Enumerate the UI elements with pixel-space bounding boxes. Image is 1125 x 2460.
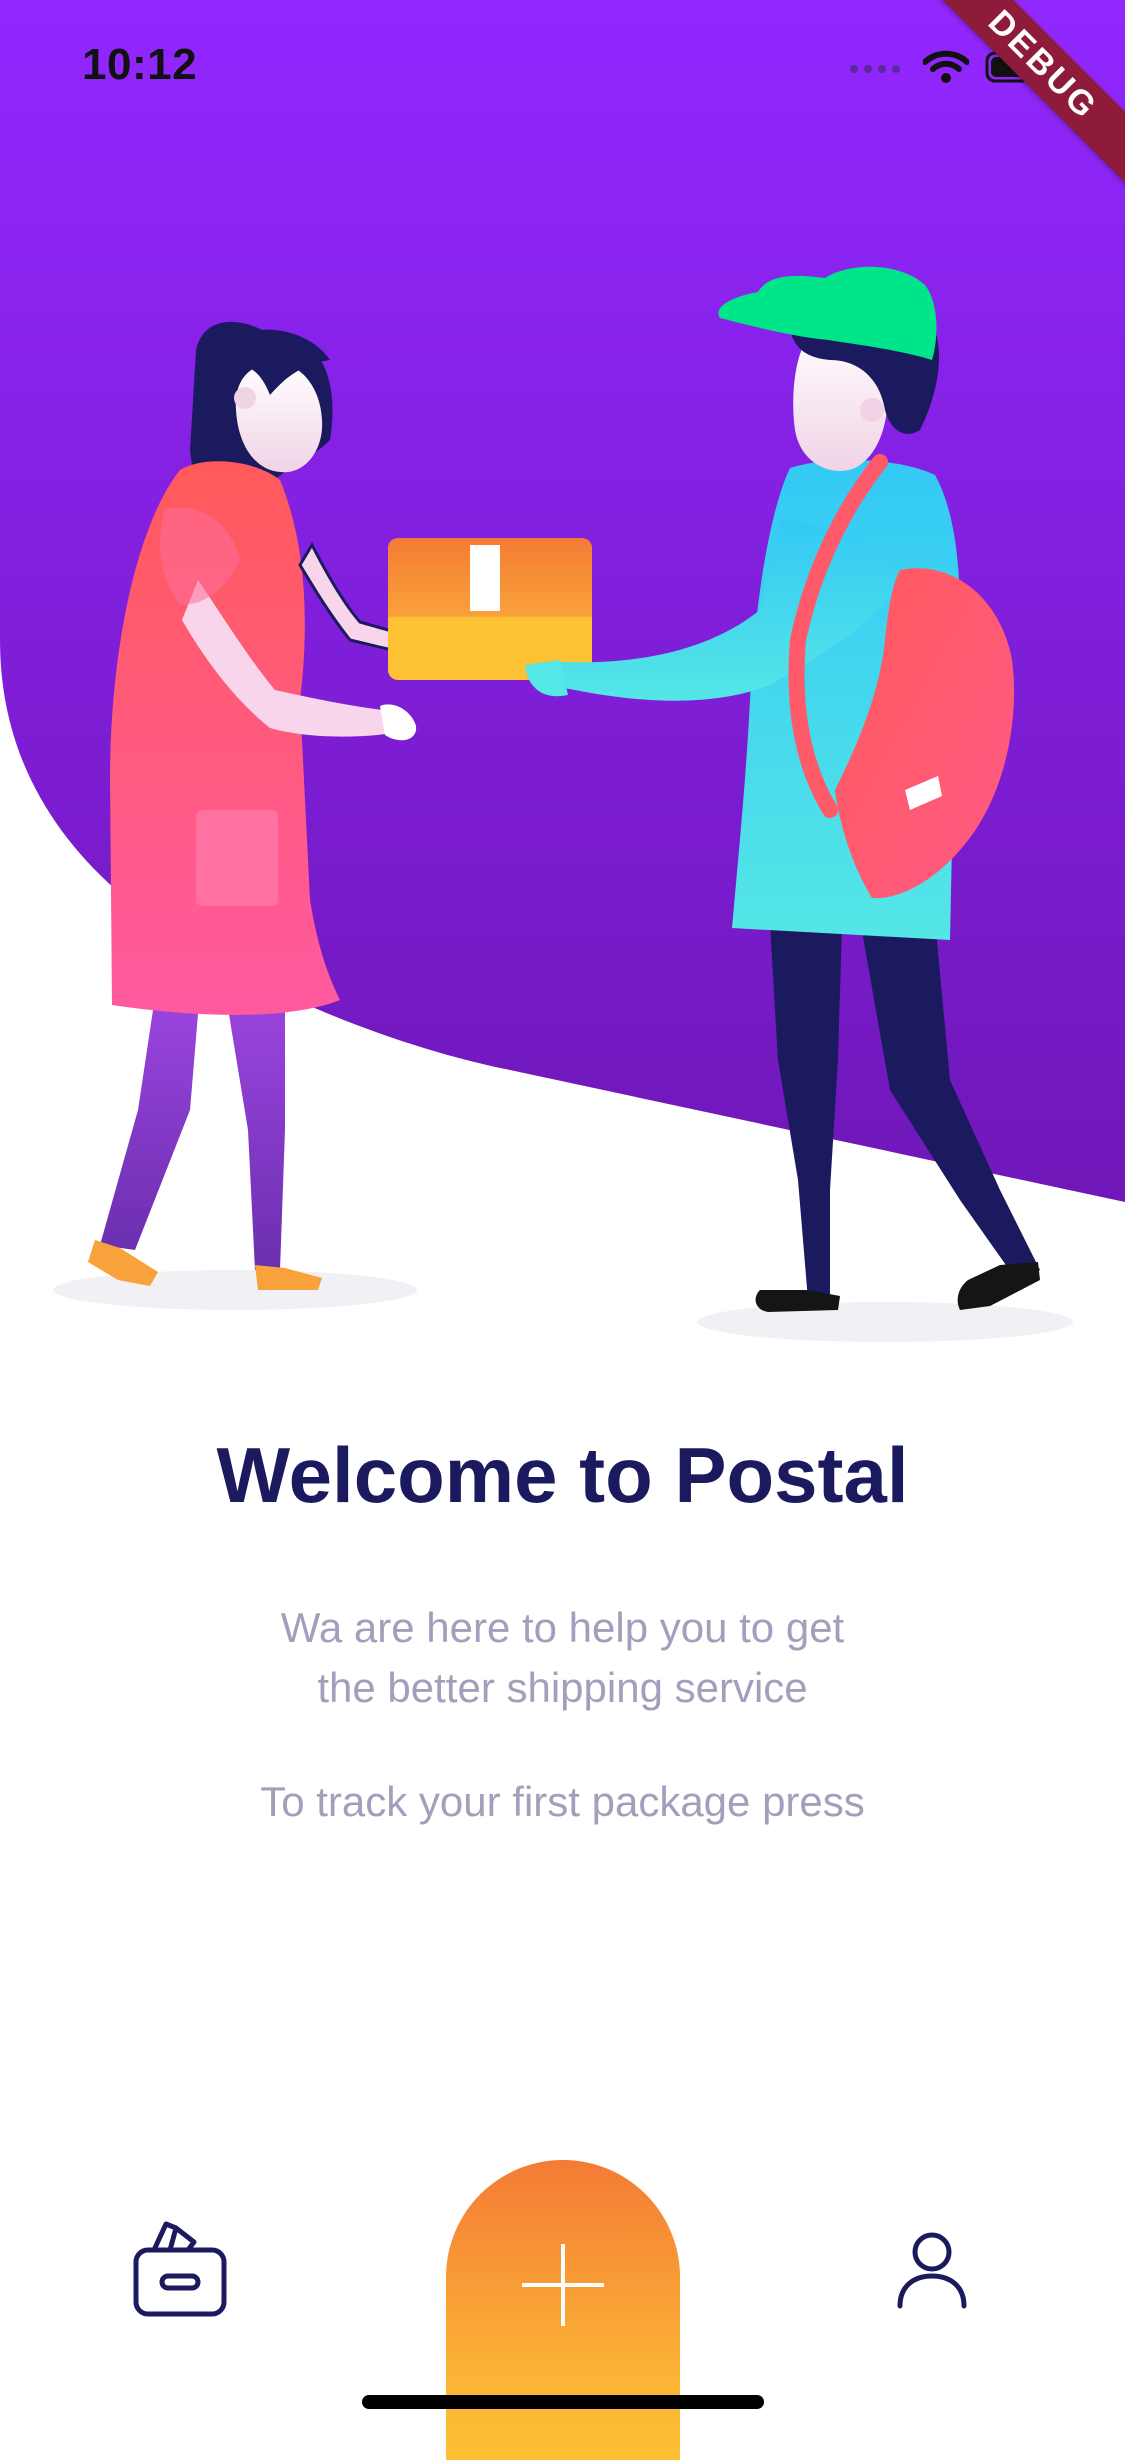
hero-illustration bbox=[0, 0, 1125, 1400]
add-package-button[interactable] bbox=[446, 2160, 680, 2460]
package-box-icon bbox=[128, 2221, 238, 2326]
debug-label: DEBUG bbox=[925, 0, 1125, 196]
bottom-nav bbox=[0, 2150, 1125, 2460]
plus-icon bbox=[518, 2240, 608, 2460]
debug-banner: DEBUG bbox=[925, 0, 1125, 200]
status-time: 10:12 bbox=[82, 40, 198, 89]
subtitle-line-2: the better shipping service bbox=[317, 1664, 808, 1711]
page-title: Welcome to Postal bbox=[216, 1431, 909, 1519]
packages-tab-button[interactable] bbox=[128, 2212, 238, 2322]
profile-tab-button[interactable] bbox=[894, 2230, 994, 2330]
signal-icon bbox=[849, 59, 905, 80]
subtitle-line-1: Wa are here to help you to get bbox=[280, 1604, 845, 1651]
user-icon bbox=[894, 2232, 970, 2314]
subtitle-line-3: To track your first package press bbox=[260, 1778, 865, 1825]
home-indicator[interactable] bbox=[362, 2395, 764, 2409]
